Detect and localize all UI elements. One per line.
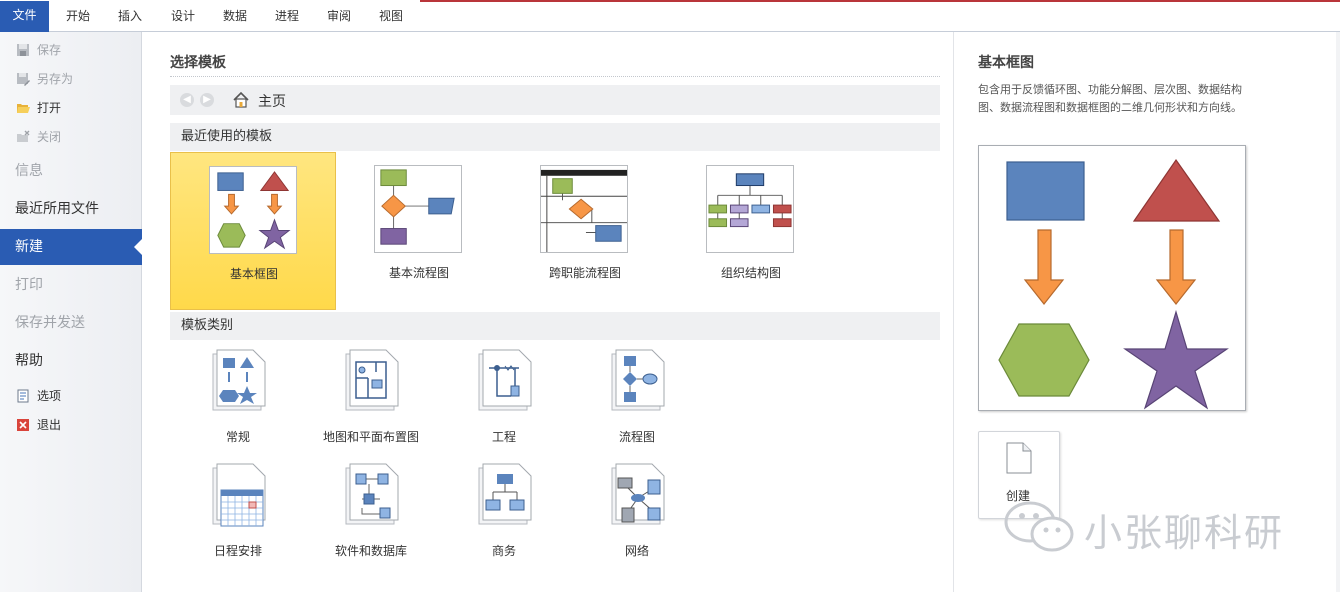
template-chooser: 选择模板 ◀ ▶ 主页 最近使用的模板 基本框图 基本流程图 跨职能流程图 组织…: [143, 32, 953, 592]
tab-review[interactable]: 审阅: [327, 6, 351, 26]
template-navbar: ◀ ▶ 主页: [170, 85, 940, 115]
recent-templates-header: 最近使用的模板: [170, 123, 940, 151]
nav-close-label: 关闭: [37, 130, 62, 144]
back-arrow-icon[interactable]: ◀: [180, 93, 194, 107]
software-database-icon: [345, 463, 399, 525]
options-icon: [17, 389, 29, 403]
tab-file[interactable]: 文件: [0, 1, 49, 32]
template-cross-functional[interactable]: 跨职能流程图: [502, 152, 668, 310]
title-accent-line: [420, 0, 1340, 2]
nav-help[interactable]: 帮助: [0, 346, 142, 376]
template-label: 组织结构图: [720, 266, 781, 280]
exit-icon: [17, 419, 29, 431]
template-label: 跨职能流程图: [548, 266, 621, 280]
tab-data[interactable]: 数据: [223, 6, 247, 26]
nav-close[interactable]: 关闭: [0, 126, 142, 148]
new-document-icon: [1006, 442, 1032, 474]
category-engineering[interactable]: 工程: [439, 348, 569, 458]
tab-design[interactable]: 设计: [171, 6, 195, 26]
nav-save-send[interactable]: 保存并发送: [0, 308, 142, 338]
home-label[interactable]: 主页: [258, 91, 286, 111]
category-general[interactable]: 常规: [173, 348, 303, 458]
wechat-logo-icon: [1004, 501, 1074, 552]
tab-process[interactable]: 进程: [275, 6, 299, 26]
calendar-icon: [212, 463, 266, 527]
category-network[interactable]: 网络: [572, 462, 702, 572]
nav-open-label: 打开: [37, 101, 62, 115]
page-title: 选择模板: [170, 55, 226, 71]
save-icon: [17, 44, 29, 56]
nav-options[interactable]: 选项: [0, 385, 142, 407]
preview-shapes: [998, 158, 1229, 410]
category-flowchart[interactable]: 流程图: [572, 348, 702, 458]
nav-save-as-label: 另存为: [37, 72, 74, 86]
watermark: 小张聊科研: [1002, 498, 1322, 558]
template-basic-block[interactable]: 基本框图: [170, 152, 336, 310]
nav-print[interactable]: 打印: [0, 270, 142, 300]
backstage-nav: 保存 另存为 打开 关闭 信息 最近所用文件 新建 打印 保存并发送 帮助 选项…: [0, 32, 142, 592]
template-label: 基本框图: [229, 267, 278, 281]
org-chart-thumb: [706, 165, 794, 253]
preview-image: [978, 145, 1246, 411]
template-org-chart[interactable]: 组织结构图: [668, 152, 834, 310]
engineering-icon: [478, 349, 532, 411]
nav-save[interactable]: 保存: [0, 39, 142, 61]
nav-save-label: 保存: [37, 43, 62, 57]
category-schedule[interactable]: 日程安排: [173, 462, 303, 572]
nav-exit-label: 退出: [37, 418, 62, 432]
network-icon: [611, 463, 665, 525]
tab-insert[interactable]: 插入: [118, 6, 142, 26]
nav-exit[interactable]: 退出: [0, 414, 142, 436]
category-software-database[interactable]: 软件和数据库: [306, 462, 436, 572]
category-label: 网络: [624, 544, 649, 558]
basic-block-thumb: [209, 166, 297, 254]
cross-functional-thumb: [540, 165, 628, 253]
floorplan-icon: [345, 349, 399, 411]
title-divider: [170, 76, 940, 77]
ribbon-tab-bar: 文件 开始 插入 设计 数据 进程 审阅 视图: [0, 0, 1340, 32]
nav-info[interactable]: 信息: [0, 156, 142, 186]
preview-title: 基本框图: [978, 55, 1034, 71]
home-icon[interactable]: [232, 91, 250, 109]
tab-home[interactable]: 开始: [66, 6, 90, 26]
nav-recent[interactable]: 最近所用文件: [0, 194, 142, 224]
vertical-scrollbar[interactable]: [1336, 32, 1340, 592]
flowchart-icon: [611, 349, 665, 411]
nav-new[interactable]: 新建: [0, 229, 142, 265]
business-icon: [478, 463, 532, 525]
template-label: 基本流程图: [388, 266, 449, 280]
forward-arrow-icon[interactable]: ▶: [200, 93, 214, 107]
folder-open-icon: [17, 104, 30, 113]
nav-open[interactable]: 打开: [0, 97, 142, 119]
template-categories-header: 模板类别: [170, 312, 940, 340]
category-business[interactable]: 商务: [439, 462, 569, 572]
category-maps-floorplans[interactable]: 地图和平面布置图: [306, 348, 436, 458]
nav-save-as[interactable]: 另存为: [0, 68, 142, 90]
tab-view[interactable]: 视图: [379, 6, 403, 26]
nav-options-label: 选项: [37, 389, 62, 403]
category-label: 流程图: [618, 430, 655, 444]
preview-description: 包含用于反馈循环图、功能分解图、层次图、数据结构图、数据流程图和数据框图的二维几…: [978, 83, 1242, 114]
close-folder-icon: [17, 130, 30, 142]
general-icon: [212, 349, 266, 411]
basic-flowchart-thumb: [374, 165, 462, 253]
template-basic-flowchart[interactable]: 基本流程图: [336, 152, 502, 310]
save-as-icon: [17, 73, 30, 86]
watermark-text: 小张聊科研: [1084, 511, 1285, 555]
